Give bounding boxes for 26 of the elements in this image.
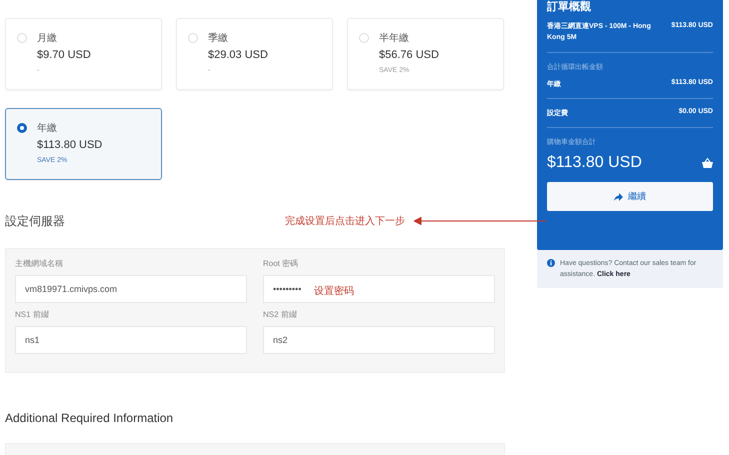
arrow-icon — [614, 192, 623, 200]
cycle-price: $9.70 USD — [37, 49, 91, 61]
input-field[interactable]: ns2 — [263, 326, 495, 354]
cycle-label: 月繳 — [37, 32, 58, 45]
field-label: NS1 前綴 — [15, 309, 50, 320]
cycle-price: $56.76 USD — [379, 49, 439, 61]
cycle-label: 年繳 — [37, 122, 58, 135]
cycle-price: $113.80 USD — [37, 139, 102, 151]
basket-icon — [702, 158, 713, 168]
input-field[interactable]: vm819971.cmivps.com — [15, 275, 247, 303]
summary-title: 訂單概觀 — [547, 0, 592, 14]
section-title: Additional Required Information — [5, 411, 174, 425]
input-field[interactable]: ns1 — [15, 326, 247, 354]
radio-button[interactable] — [17, 123, 27, 133]
continue-button[interactable]: 繼續 — [547, 182, 713, 211]
total-price: $113.80 USD — [547, 154, 642, 172]
field-label: 主機網域名稱 — [15, 258, 64, 269]
section-title: 設定伺服器 — [5, 212, 66, 230]
cycle-price: $29.03 USD — [208, 49, 268, 61]
cycle-label: 季繳 — [208, 32, 229, 45]
info-icon — [547, 259, 555, 267]
field-label: Root 密碼 — [263, 258, 300, 269]
annotation-text: 完成设置后点击进入下一步 — [285, 214, 405, 228]
annotation-text: 设置密码 — [314, 284, 354, 298]
field-label: NS2 前綴 — [263, 309, 298, 320]
cycle-label: 半年繳 — [379, 32, 410, 45]
